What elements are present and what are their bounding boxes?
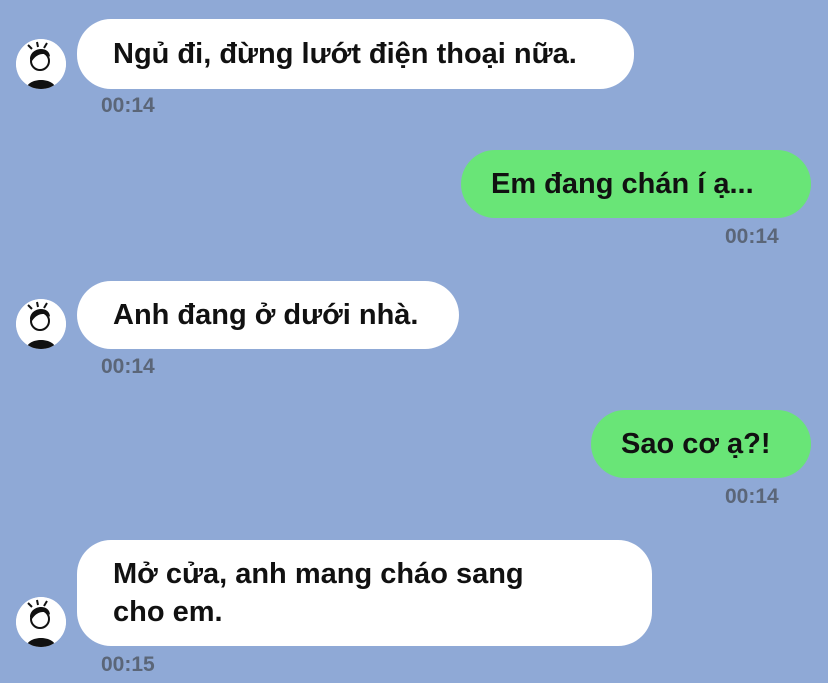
message-timestamp: 00:14 — [725, 225, 779, 248]
message-timestamp: 00:14 — [101, 355, 155, 378]
sender-avatar[interactable] — [16, 39, 66, 89]
sender-avatar[interactable] — [16, 299, 66, 349]
message-bubble[interactable]: Anh đang ở dưới nhà. — [77, 281, 459, 349]
message-text: Anh đang ở dưới nhà. — [113, 299, 419, 331]
message-timestamp: 00:14 — [725, 485, 779, 508]
message-text-line: Mở cửa, anh mang cháo sang — [113, 558, 524, 590]
message-bubble[interactable]: Em đang chán í ạ... — [461, 150, 811, 218]
message-text: Ngủ đi, đừng lướt điện thoại nữa. — [113, 38, 577, 70]
message-text: Em đang chán í ạ... — [491, 168, 754, 200]
message-bubble[interactable]: Ngủ đi, đừng lướt điện thoại nữa. — [77, 19, 634, 89]
message-text-line: cho em. — [113, 596, 223, 628]
message-timestamp: 00:14 — [101, 94, 155, 117]
message-text: Sao cơ ạ?! — [621, 428, 771, 460]
message-bubble[interactable]: Sao cơ ạ?! — [591, 410, 811, 478]
message-timestamp: 00:15 — [101, 653, 155, 676]
person-avatar-icon — [16, 299, 66, 349]
person-avatar-icon — [16, 597, 66, 647]
message-bubble[interactable]: Mở cửa, anh mang cháo sang cho em. — [77, 540, 652, 646]
person-avatar-icon — [16, 39, 66, 89]
sender-avatar[interactable] — [16, 597, 66, 647]
